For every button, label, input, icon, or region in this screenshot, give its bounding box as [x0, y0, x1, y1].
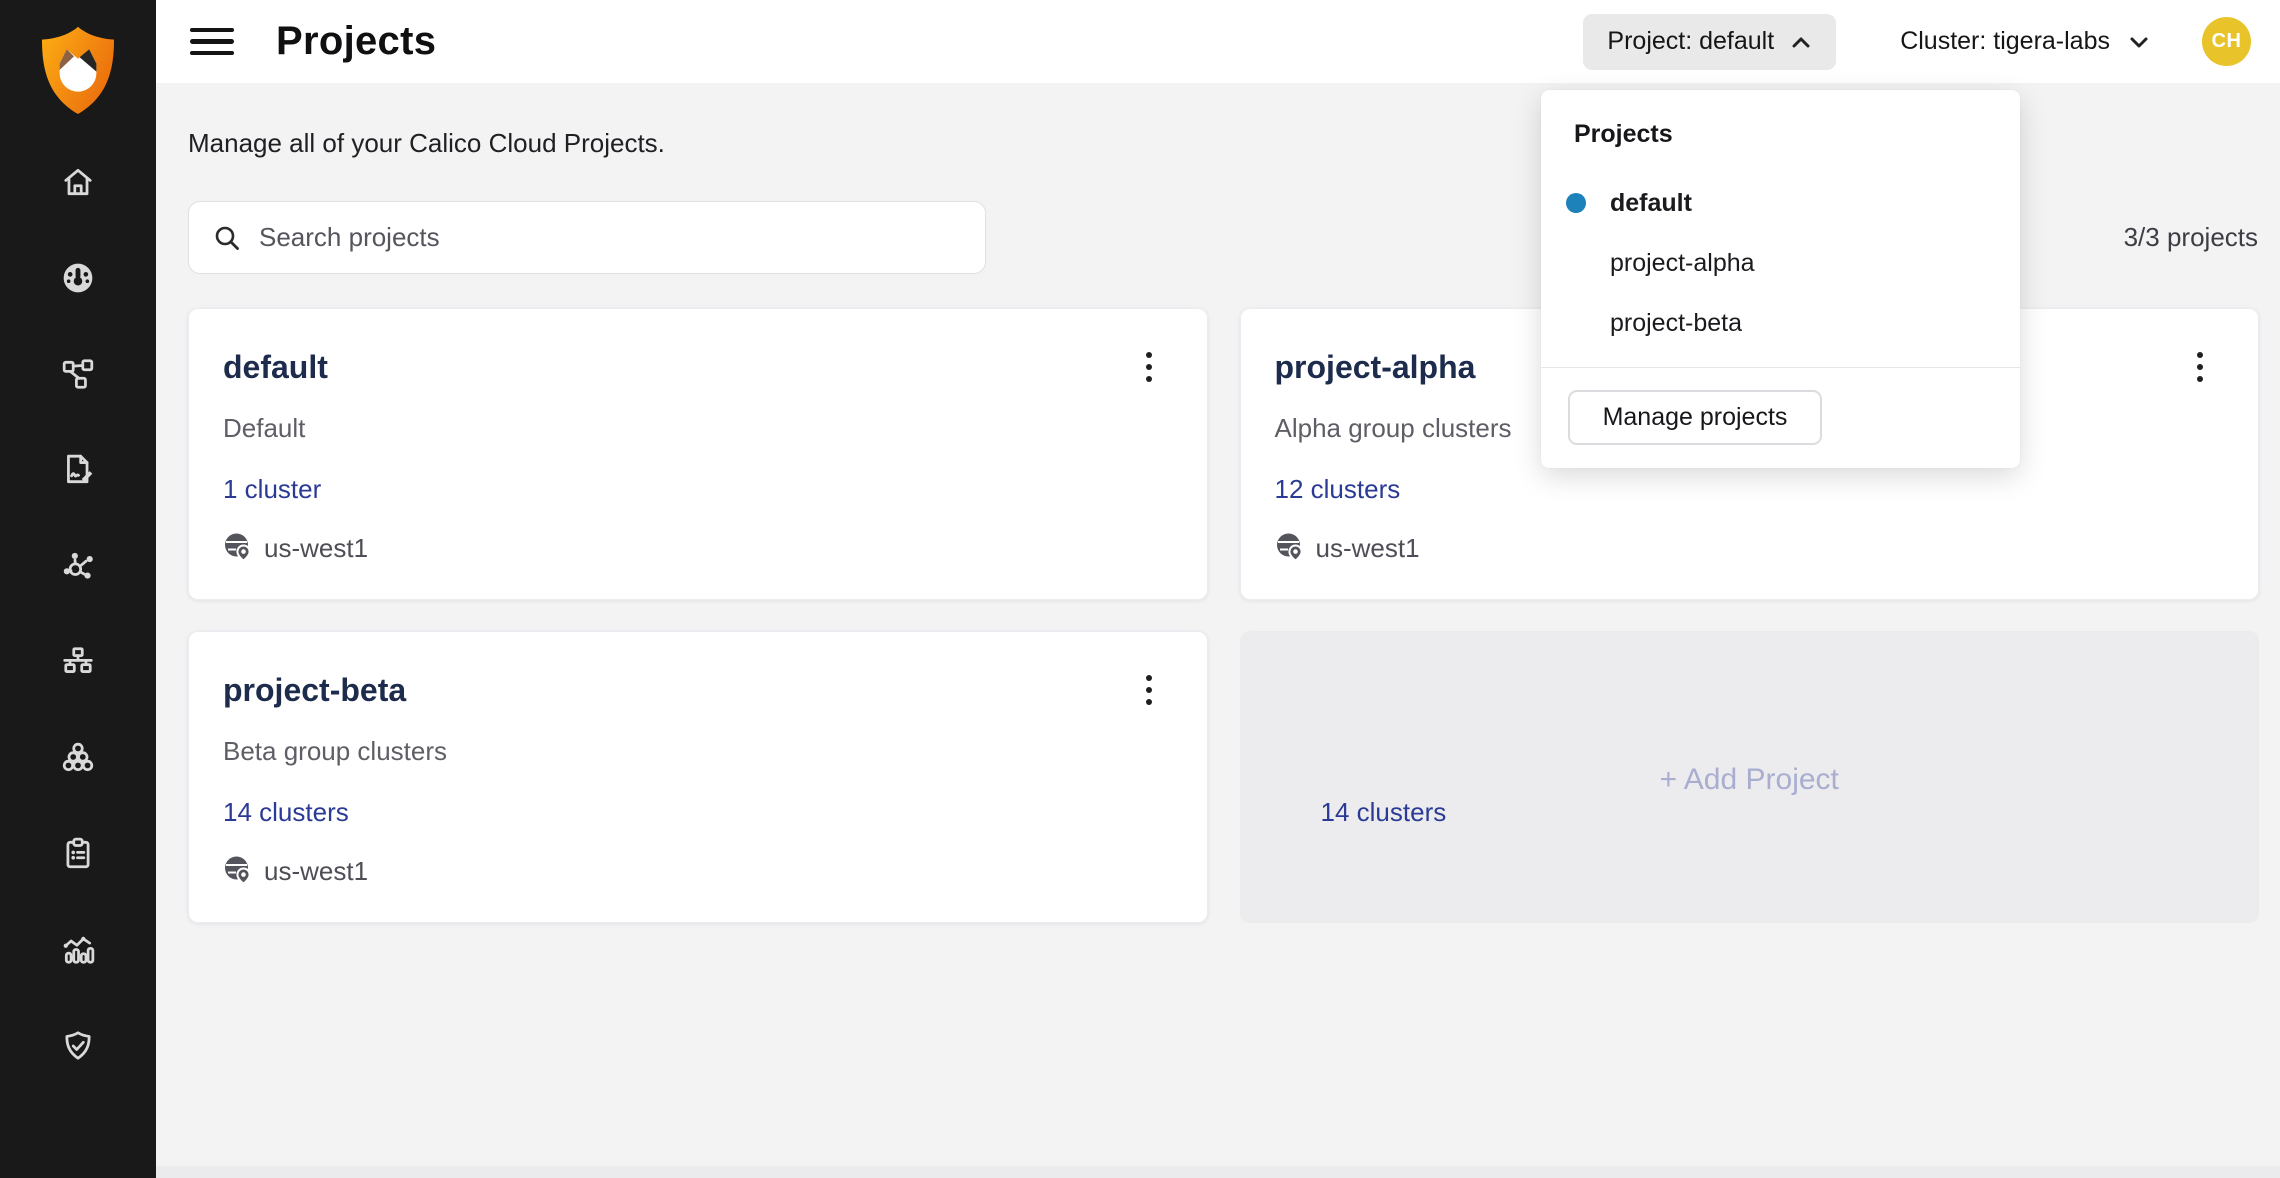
policies-document-icon — [61, 453, 95, 487]
bottom-scroll-strip — [156, 1166, 2280, 1178]
dashboard-gauge-icon — [61, 261, 95, 295]
compliance-clipboard-icon — [61, 837, 95, 871]
calico-cloud-projects-page: { "app": { "logo_icon": "calico-cat-shie… — [0, 0, 2280, 1178]
cluster-selector-label: Cluster: tigera-labs — [1900, 27, 2110, 56]
dropdown-item-project-alpha[interactable]: project-alpha — [1541, 243, 2020, 283]
service-graph-icon — [61, 357, 95, 391]
clusters-link[interactable]: 1 cluster — [223, 474, 321, 505]
dropdown-item-label: project-alpha — [1610, 249, 1755, 278]
sidebar-item-dashboard[interactable] — [60, 260, 96, 296]
add-project-label: + Add Project — [1240, 763, 2260, 797]
card-kebab-menu-icon[interactable] — [1131, 666, 1167, 714]
calico-cat-shield-logo[interactable] — [38, 22, 118, 118]
sidebar — [0, 0, 156, 1178]
region-label: us-west1 — [264, 533, 368, 564]
user-avatar[interactable]: CH — [2202, 17, 2251, 66]
cluster-selector-button[interactable]: Cluster: tigera-labs — [1900, 27, 2150, 56]
project-selector-button[interactable]: Project: default — [1583, 14, 1836, 70]
network-sets-molecule-icon — [61, 549, 95, 583]
header-right-group: Project: default Cluster: tigera-labs CH — [1583, 14, 2280, 70]
globe-location-icon — [1275, 531, 1306, 565]
sidebar-item-compliance[interactable] — [60, 836, 96, 872]
hamburger-menu-icon[interactable] — [190, 25, 236, 59]
manage-projects-button[interactable]: Manage projects — [1568, 390, 1822, 445]
region-label: us-west1 — [264, 856, 368, 887]
project-card-region: us-west1 — [1275, 531, 2259, 565]
clusters-link[interactable]: 14 clusters — [223, 797, 349, 828]
search-input[interactable] — [259, 222, 961, 253]
project-card-default: default Default 1 cluster us-west1 — [188, 308, 1208, 600]
home-icon — [61, 165, 95, 199]
dropdown-divider — [1541, 367, 2020, 368]
selected-project-dot-icon — [1566, 193, 1586, 213]
globe-location-icon — [223, 531, 254, 565]
sidebar-item-network-sets[interactable] — [60, 548, 96, 584]
region-label: us-west1 — [1316, 533, 1420, 564]
workloads-cluster-icon — [61, 741, 95, 775]
dropdown-item-label: project-beta — [1610, 309, 1742, 338]
dropdown-item-label: default — [1610, 189, 1692, 218]
sidebar-item-analytics[interactable] — [60, 932, 96, 968]
project-selector-label: Project: default — [1607, 27, 1774, 56]
search-box — [188, 201, 986, 274]
clusters-link[interactable]: 12 clusters — [1275, 474, 1401, 505]
sidebar-item-workloads[interactable] — [60, 740, 96, 776]
top-header: Projects Project: default Cluster: tiger… — [156, 0, 2280, 83]
search-icon — [213, 224, 241, 252]
dropdown-item-project-beta[interactable]: project-beta — [1541, 303, 2020, 343]
card-kebab-menu-icon[interactable] — [1131, 343, 1167, 391]
dropdown-item-default[interactable]: default — [1541, 183, 2020, 223]
project-card-project-beta: project-beta Beta group clusters 14 clus… — [188, 631, 1208, 923]
projects-count: 3/3 projects — [2124, 222, 2258, 253]
add-project-tile[interactable]: + Add Project 14 clusters — [1240, 631, 2260, 923]
page-title: Projects — [276, 19, 436, 64]
globe-location-icon — [223, 854, 254, 888]
chevron-down-icon — [2128, 34, 2150, 50]
project-dropdown-panel: Projects default project-alpha project-b… — [1541, 90, 2020, 468]
nodes-tree-icon — [61, 645, 95, 679]
dropdown-header: Projects — [1574, 120, 1673, 149]
project-card-description: Beta group clusters — [223, 736, 1207, 767]
project-card-description: Default — [223, 413, 1207, 444]
sidebar-item-policies[interactable] — [60, 452, 96, 488]
card-kebab-menu-icon[interactable] — [2182, 343, 2218, 391]
analytics-chart-icon — [61, 933, 95, 967]
project-card-title: default — [223, 349, 1207, 386]
sidebar-nav — [60, 164, 96, 1064]
sidebar-item-home[interactable] — [60, 164, 96, 200]
sidebar-item-threat-defense[interactable] — [60, 1028, 96, 1064]
sidebar-item-nodes[interactable] — [60, 644, 96, 680]
project-card-title: project-beta — [223, 672, 1207, 709]
chevron-up-icon — [1790, 34, 1812, 50]
sidebar-item-service-graph[interactable] — [60, 356, 96, 392]
project-card-region: us-west1 — [223, 854, 1207, 888]
threat-defense-shield-icon — [61, 1029, 95, 1063]
project-card-region: us-west1 — [223, 531, 1207, 565]
clusters-link[interactable]: 14 clusters — [1321, 797, 1447, 828]
